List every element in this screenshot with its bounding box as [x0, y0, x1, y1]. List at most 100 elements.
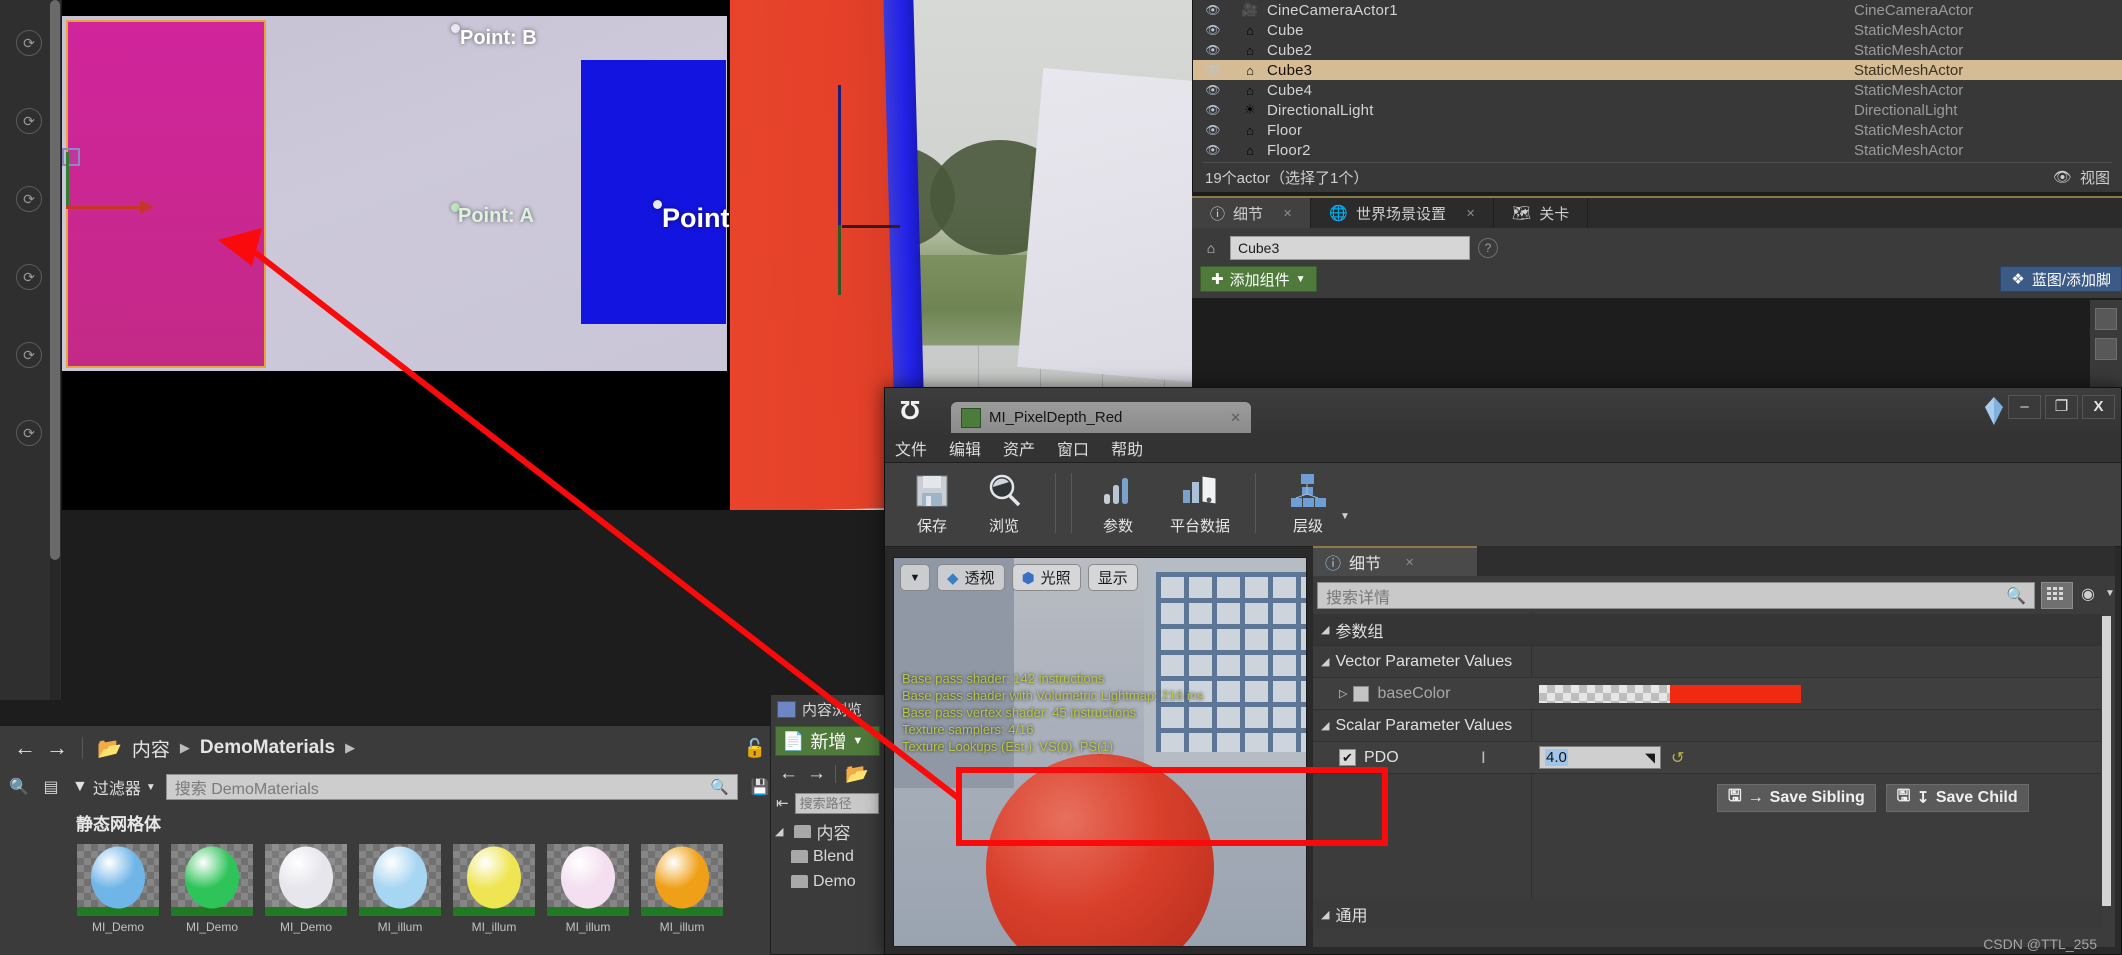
gizmo-origin[interactable]: [62, 148, 80, 166]
save-buttons-group[interactable]: 🖫 → Save Sibling 🖫 ↧ Save Child: [1717, 784, 2029, 812]
asset-tile[interactable]: MI_illum: [358, 843, 442, 934]
checkbox-basecolor[interactable]: [1353, 685, 1370, 702]
tree-item[interactable]: ◢ 内容: [775, 819, 884, 844]
asset-grid[interactable]: MI_Demo MI_Demo MI_Demo MI_illum MI_illum MI_…: [0, 837, 780, 934]
spinner-icon[interactable]: ◥: [1645, 750, 1655, 766]
panel-search-row[interactable]: ⇤ 搜索路径: [771, 789, 884, 817]
edge-scrollbar-thumb[interactable]: [50, 0, 60, 560]
viewport-options-button[interactable]: ▼: [900, 564, 930, 591]
tab-details[interactable]: ⓘ 细节 ✕: [1192, 198, 1312, 228]
mode-icon-3[interactable]: ⟳: [16, 186, 42, 212]
back-icon[interactable]: ←: [14, 735, 36, 761]
tree-item[interactable]: Blend: [775, 844, 884, 869]
menubar[interactable]: 文件 编辑 资产 窗口 帮助: [885, 433, 2121, 463]
gizmo-axis-z[interactable]: [838, 85, 841, 227]
lock-icon[interactable]: 🔓: [744, 738, 766, 759]
actor-name-input[interactable]: Cube3: [1230, 236, 1470, 260]
triangle-right-icon[interactable]: ▷: [1339, 687, 1347, 700]
visibility-eye-icon[interactable]: 👁: [1193, 23, 1233, 37]
chevron-down-icon[interactable]: ▼: [2105, 588, 2115, 599]
content-browser-path-bar[interactable]: ← → 📂 内容 ▶ DemoMaterials ▶ 🔓: [0, 726, 780, 770]
asset-thumbnail[interactable]: [264, 843, 348, 917]
outliner-row[interactable]: 👁 ⌂ Cube2 StaticMeshActor: [1193, 40, 2122, 60]
mode-icon-1[interactable]: ⟳: [16, 30, 42, 56]
asset-thumbnail[interactable]: [640, 843, 724, 917]
asset-thumbnail[interactable]: [76, 843, 160, 917]
asset-tile[interactable]: MI_Demo: [264, 843, 348, 934]
mode-icon-2[interactable]: ⟳: [16, 108, 42, 134]
asset-thumbnail[interactable]: [170, 843, 254, 917]
outliner-row[interactable]: 👁 🎥 CineCameraActor1 CineCameraActor: [1193, 0, 2122, 20]
save-child-button[interactable]: 🖫 ↧ Save Child: [1885, 784, 2029, 812]
revert-icon[interactable]: ↺: [1671, 748, 1684, 768]
collapse-tree-icon[interactable]: ⇤: [776, 794, 789, 812]
outliner-view-options[interactable]: 👁 视图: [2053, 167, 2110, 188]
help-icon[interactable]: ?: [1478, 238, 1498, 258]
eye-icon[interactable]: ◉: [2081, 584, 2095, 604]
visibility-eye-icon[interactable]: 👁: [1193, 143, 1233, 157]
chevron-down-icon[interactable]: ▼: [1340, 511, 1350, 522]
material-details-tab[interactable]: ⓘ 细节 ✕: [1313, 546, 1477, 576]
gizmo-axis-x-arrow[interactable]: [140, 200, 154, 214]
material-preview-viewport[interactable]: ▼ ◆ 透视 ⬢ 光照 显示 Base pass shader: 142 ins…: [893, 557, 1307, 947]
visibility-eye-icon[interactable]: 👁: [1193, 123, 1233, 137]
visibility-eye-icon[interactable]: 👁: [1193, 83, 1233, 97]
perspective-button[interactable]: ◆ 透视: [937, 564, 1005, 591]
visibility-eye-icon[interactable]: 👁: [1193, 43, 1233, 57]
world-outliner[interactable]: 👁 🎥 CineCameraActor1 CineCameraActor 👁 ⌂ Cube S…: [1192, 0, 2122, 192]
path-search-input[interactable]: 搜索路径: [794, 792, 879, 814]
mode-icon-6[interactable]: ⟳: [16, 420, 42, 446]
toolbar-save-button[interactable]: 保存: [899, 469, 965, 536]
tree-item[interactable]: Demo: [775, 869, 884, 894]
breadcrumb-content[interactable]: 内容: [132, 735, 170, 762]
blueprint-button[interactable]: ❖ 蓝图/添加脚: [2000, 266, 2122, 292]
search-icon[interactable]: 🔍: [8, 777, 30, 797]
tab-world-settings[interactable]: 🌐 世界场景设置 ✕: [1311, 198, 1495, 228]
visibility-eye-icon[interactable]: 👁: [1193, 3, 1233, 17]
search-icon[interactable]: 🔍: [2006, 586, 2026, 606]
content-search-input[interactable]: 搜索 DemoMaterials 🔍: [165, 774, 738, 800]
property-group-general[interactable]: ◢ 通用: [1313, 899, 2103, 929]
pdo-checkbox[interactable]: ✔: [1339, 749, 1356, 766]
property-row-basecolor[interactable]: ▷ baseColor: [1313, 678, 2103, 710]
red-plane-mesh[interactable]: [730, 0, 907, 510]
close-icon[interactable]: ✕: [1283, 207, 1292, 220]
asset-tile[interactable]: MI_illum: [546, 843, 630, 934]
details-search-input[interactable]: 搜索详情 🔍: [1317, 582, 2035, 609]
property-group-vector-params[interactable]: ◢ Vector Parameter Values: [1313, 646, 2103, 678]
cube-blue[interactable]: [581, 60, 726, 324]
list-view-icon[interactable]: ▤: [40, 777, 62, 797]
asset-tile[interactable]: MI_Demo: [170, 843, 254, 934]
asset-tile[interactable]: MI_illum: [640, 843, 724, 934]
visibility-eye-icon[interactable]: 👁: [1193, 63, 1233, 77]
tab-level[interactable]: 🗺 关卡: [1494, 198, 1589, 228]
gizmo-axis-y2[interactable]: [838, 225, 841, 295]
outliner-row[interactable]: 👁 ⌂ Cube4 StaticMeshActor: [1193, 80, 2122, 100]
gizmo-axis-y[interactable]: [66, 152, 69, 208]
details-view-options-button[interactable]: [2041, 582, 2073, 609]
asset-thumbnail[interactable]: [358, 843, 442, 917]
menu-item-窗口[interactable]: 窗口: [1057, 436, 1089, 460]
source-tree[interactable]: ◢ 内容 Blend Demo: [771, 817, 884, 894]
editor-toolbar[interactable]: 保存 浏览 参数 平台数据 层级 ▼: [885, 463, 2121, 547]
toolbar-parameters-button[interactable]: 参数: [1085, 469, 1151, 536]
edge-scrollbar[interactable]: [50, 0, 60, 700]
details-tabbar[interactable]: ⓘ 细节 ✕ 🌐 世界场景设置 ✕ 🗺 关卡: [1192, 196, 2122, 228]
show-button[interactable]: 显示: [1087, 564, 1138, 591]
property-group-scalar-params[interactable]: ◢ Scalar Parameter Values: [1313, 710, 2103, 742]
asset-tile[interactable]: MI_Demo: [76, 843, 160, 934]
minimize-button[interactable]: –: [2008, 395, 2041, 419]
pdo-value-input[interactable]: 4.0 ◥: [1539, 746, 1661, 769]
window-controls[interactable]: – ❐ X: [2008, 395, 2115, 419]
outliner-row[interactable]: 👁 ⌂ Floor StaticMeshActor: [1193, 120, 2122, 140]
folder-icon[interactable]: 📂: [845, 762, 869, 786]
menu-item-资产[interactable]: 资产: [1003, 436, 1035, 460]
close-icon[interactable]: ✕: [1405, 556, 1414, 569]
forward-icon[interactable]: →: [46, 735, 68, 761]
visibility-eye-icon[interactable]: 👁: [1193, 103, 1233, 117]
gizmo-axis-x2[interactable]: [842, 225, 900, 228]
material-instance-editor-window[interactable]: Ʊ MI_PixelDepth_Red ✕ – ❐ X 文件 编辑 资产 窗口 帮助: [884, 387, 2122, 955]
toolbar-hierarchy-button[interactable]: 层级: [1275, 469, 1341, 536]
asset-thumbnail[interactable]: [546, 843, 630, 917]
menu-item-文件[interactable]: 文件: [895, 436, 927, 460]
